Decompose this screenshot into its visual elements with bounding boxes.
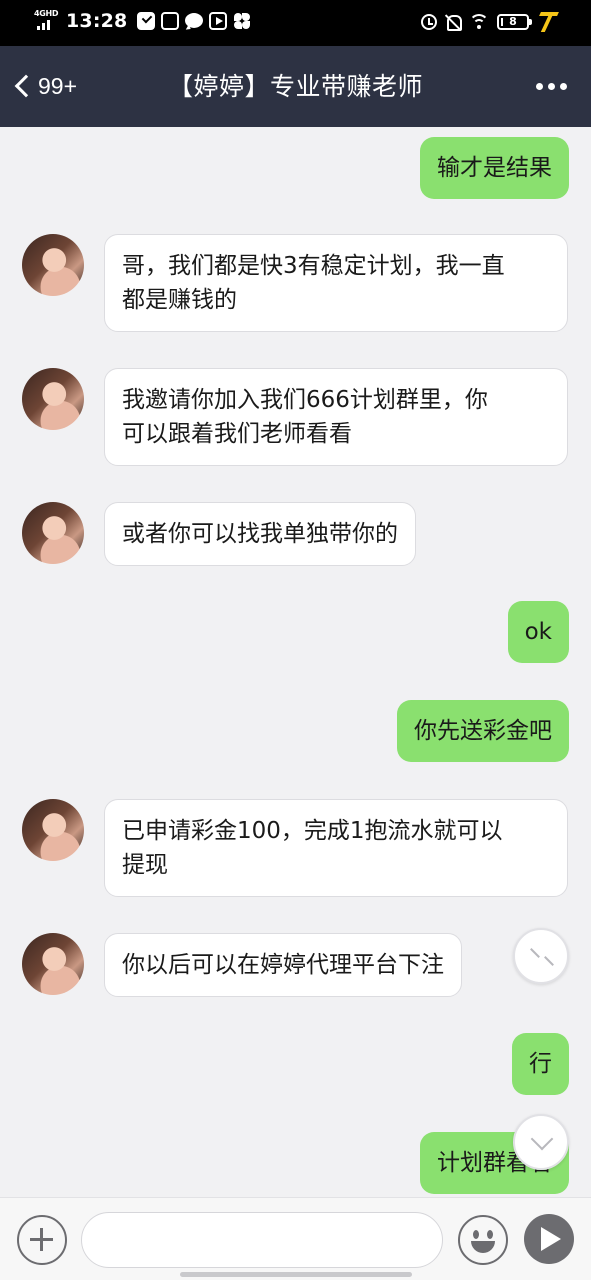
charging-bolt-icon [537,12,559,32]
send-button[interactable] [524,1214,574,1264]
status-time: 13:28 [66,10,128,32]
outgoing-message[interactable]: 输才是结果 [420,137,569,199]
alarm-icon [421,14,437,30]
battery-icon: 8 [497,14,532,30]
incoming-message[interactable]: 或者你可以找我单独带你的 [104,502,416,566]
unread-count: 99+ [38,72,78,99]
network-type: 4GHD [34,9,59,18]
battery-percent: 8 [509,15,517,28]
cellular-signal-icon: 4GHD [34,10,60,32]
video-notification-icon [209,12,228,30]
incoming-message[interactable]: 我邀请你加入我们666计划群里，你 可以跟着我们老师看看 [104,368,568,466]
incoming-message[interactable]: 哥，我们都是快3有稳定计划，我一直 都是赚钱的 [104,234,568,332]
incoming-message[interactable]: 已申请彩金100，完成1抱流水就可以 提现 [104,799,568,897]
more-dots-icon [536,83,543,90]
app-notification-icon [161,12,180,30]
scroll-to-bottom-button[interactable] [513,1114,569,1170]
mute-bell-icon [445,14,462,31]
contact-avatar[interactable] [22,502,84,564]
emoji-button[interactable] [458,1215,508,1265]
status-bar: 4GHD 13:28 8 [0,0,591,46]
message-notification-icon [185,13,204,28]
pinwheel-notification-icon [233,12,251,30]
wifi-icon [469,14,489,30]
chat-title: 【婷婷】专业带赚老师 [167,72,423,101]
back-button[interactable]: 99+ [12,66,77,106]
home-indicator [180,1272,412,1277]
incoming-message[interactable]: 你以后可以在婷婷代理平台下注 [104,933,462,997]
chevron-down-icon [530,1127,554,1151]
message-list[interactable]: 输才是结果 哥，我们都是快3有稳定计划，我一直 都是赚钱的 我邀请你加入我们66… [0,127,591,1197]
contact-avatar[interactable] [22,234,84,296]
contact-avatar[interactable] [22,368,84,430]
collapse-float-button[interactable] [513,928,569,984]
message-input[interactable] [81,1212,443,1268]
chevron-left-icon [14,74,38,98]
input-bar [0,1197,591,1280]
add-attachment-button[interactable] [17,1215,67,1265]
check-notification-icon [137,12,156,30]
contact-avatar[interactable] [22,799,84,861]
chat-header: 【婷婷】专业带赚老师 99+ [0,46,591,127]
contact-avatar[interactable] [22,933,84,995]
more-options-button[interactable] [536,83,567,90]
outgoing-message[interactable]: 行 [512,1033,569,1095]
outgoing-message[interactable]: ok [507,601,569,663]
outgoing-message[interactable]: 你先送彩金吧 [397,700,569,762]
